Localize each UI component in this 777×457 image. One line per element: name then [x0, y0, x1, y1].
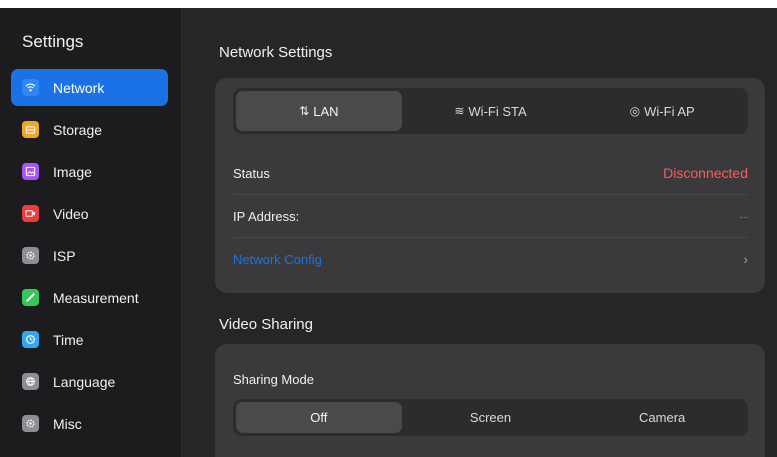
sidebar-item-label: Language: [53, 373, 116, 390]
image-icon: [22, 163, 39, 180]
isp-gear-icon: [22, 247, 39, 264]
wifi-icon: [22, 79, 39, 96]
status-label: Status: [233, 165, 270, 181]
ruler-icon: [22, 289, 39, 306]
sidebar-item-label: Image: [53, 163, 92, 180]
storage-icon: [22, 121, 39, 138]
wifi-sta-icon: ≋: [454, 104, 465, 118]
sidebar-item-label: Network: [53, 79, 105, 96]
sharing-mode-label: Sharing Mode: [233, 371, 314, 387]
network-config-link[interactable]: Network Config: [233, 252, 322, 267]
wifi-ap-icon: ◎: [629, 104, 641, 118]
network-config-row[interactable]: Network Config ›: [233, 238, 748, 280]
sidebar-item-misc[interactable]: Misc: [11, 405, 168, 442]
settings-window: Settings Network Storage Image Video ISP…: [0, 8, 777, 457]
sharing-mode-screen[interactable]: Screen: [408, 402, 574, 433]
sharing-mode-row: Sharing Mode: [233, 367, 748, 391]
clock-icon: [22, 331, 39, 348]
sidebar-item-language[interactable]: Language: [11, 363, 168, 400]
sidebar-item-image[interactable]: Image: [11, 153, 168, 190]
lan-icon: ⇅: [299, 104, 310, 118]
misc-gear-icon: [22, 415, 39, 432]
sidebar-item-isp[interactable]: ISP: [11, 237, 168, 274]
app-root: Settings Network Storage Image Video ISP…: [0, 0, 777, 457]
sharing-mode-camera[interactable]: Camera: [579, 402, 745, 433]
globe-icon: [22, 373, 39, 390]
chevron-right-icon: ›: [743, 251, 748, 267]
sidebar-item-time[interactable]: Time: [11, 321, 168, 358]
tab-label: Wi-Fi AP: [644, 103, 695, 119]
sharing-mode-selector: Off Screen Camera: [233, 399, 748, 436]
network-settings-title: Network Settings: [219, 44, 333, 61]
sidebar-item-label: Video: [53, 205, 89, 222]
network-card: ⇅ LAN ≋ Wi-Fi STA ◎ Wi-Fi AP Status Disc…: [215, 78, 765, 293]
main-panel: Network Settings ⇅ LAN ≋ Wi-Fi STA ◎ Wi-…: [182, 8, 777, 457]
sidebar-item-label: Storage: [53, 121, 103, 138]
sidebar-item-label: ISP: [53, 247, 76, 264]
ip-address-value: --: [739, 208, 748, 224]
tab-label: LAN: [313, 103, 339, 119]
tab-label: Wi-Fi STA: [468, 103, 527, 119]
sidebar-item-video[interactable]: Video: [11, 195, 168, 232]
sidebar-item-label: Time: [53, 331, 84, 348]
sidebar-item-label: Misc: [53, 415, 82, 432]
video-sharing-card: Sharing Mode Off Screen Camera: [215, 344, 765, 457]
sidebar-list: Network Storage Image Video ISP Measurem…: [11, 69, 168, 447]
video-sharing-title: Video Sharing: [219, 316, 313, 333]
status-row: Status Disconnected: [233, 152, 748, 195]
sharing-mode-off[interactable]: Off: [236, 402, 402, 433]
tab-lan[interactable]: ⇅ LAN: [236, 91, 402, 131]
ip-address-row: IP Address: --: [233, 195, 748, 238]
tab-wifi-ap[interactable]: ◎ Wi-Fi AP: [579, 91, 745, 131]
ip-address-label: IP Address:: [233, 208, 300, 224]
tab-wifi-sta[interactable]: ≋ Wi-Fi STA: [408, 91, 574, 131]
sidebar-item-storage[interactable]: Storage: [11, 111, 168, 148]
sidebar-item-measurement[interactable]: Measurement: [11, 279, 168, 316]
sidebar-item-network[interactable]: Network: [11, 69, 168, 106]
sidebar-title: Settings: [22, 32, 84, 51]
status-value: Disconnected: [663, 165, 748, 181]
sidebar: Settings Network Storage Image Video ISP…: [0, 8, 182, 457]
network-mode-tabs: ⇅ LAN ≋ Wi-Fi STA ◎ Wi-Fi AP: [233, 88, 748, 134]
video-icon: [22, 205, 39, 222]
sidebar-item-label: Measurement: [53, 289, 139, 306]
